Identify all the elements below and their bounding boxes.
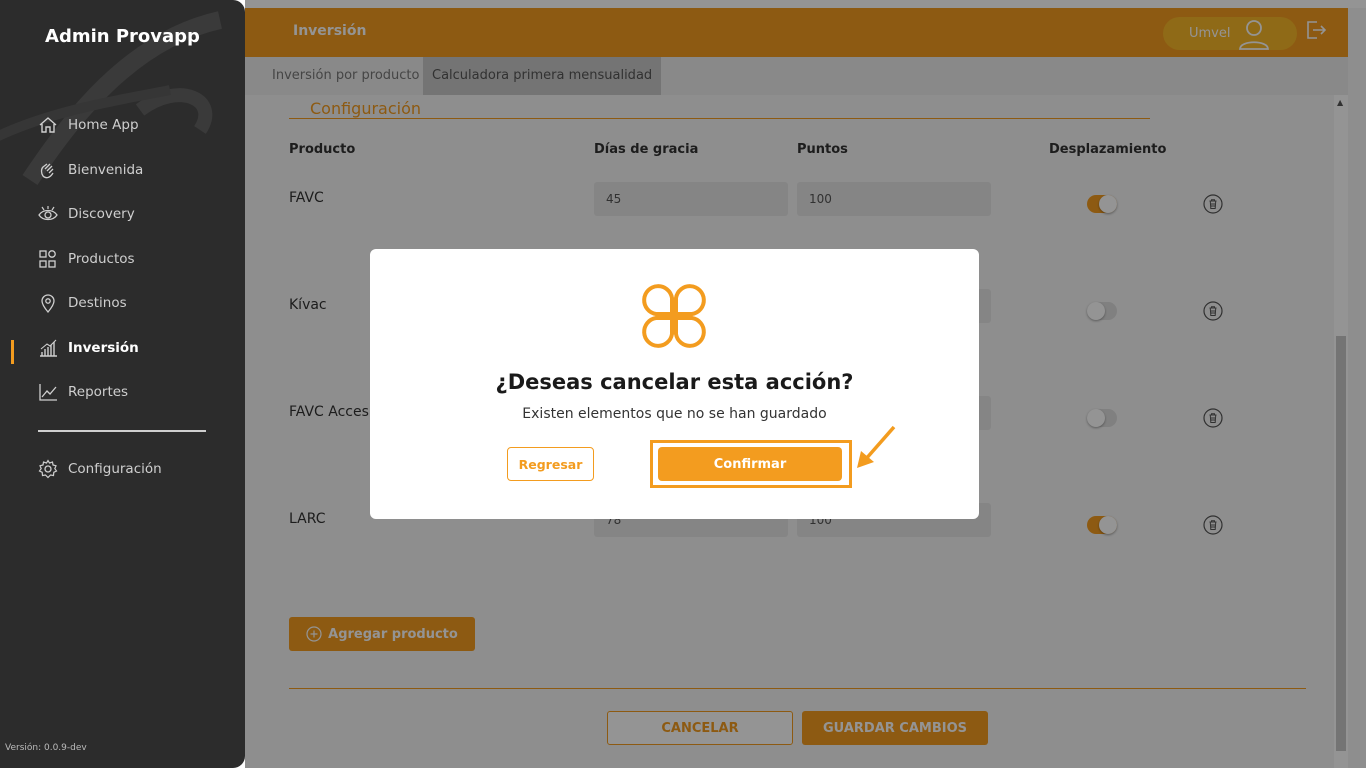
sidebar-item-discovery[interactable]: Discovery xyxy=(38,200,135,228)
clover-logo-icon xyxy=(642,284,706,348)
sidebar-item-label: Configuración xyxy=(68,461,162,477)
sidebar-item-destinos[interactable]: Destinos xyxy=(38,289,127,317)
sidebar-divider xyxy=(38,430,206,432)
sidebar-item-label: Home App xyxy=(68,117,139,133)
sidebar-item-productos[interactable]: Productos xyxy=(38,245,135,273)
dialog-subtitle: Existen elementos que no se han guardado xyxy=(522,406,827,422)
sidebar-item-bienvenida[interactable]: Bienvenida xyxy=(38,156,143,184)
home-icon xyxy=(39,117,57,133)
wave-hand-icon xyxy=(40,163,54,179)
sidebar-item-home-app[interactable]: Home App xyxy=(38,111,139,139)
sidebar: Admin Provapp Home App Bienvenida Discov… xyxy=(0,0,245,768)
sidebar-item-label: Inversión xyxy=(68,340,139,356)
line-chart-icon xyxy=(39,384,57,401)
dialog-title: ¿Deseas cancelar esta acción? xyxy=(495,370,854,394)
location-pin-icon xyxy=(41,294,55,313)
active-indicator xyxy=(11,340,14,364)
sidebar-item-configuracion[interactable]: Configuración xyxy=(38,455,162,483)
sidebar-item-label: Discovery xyxy=(68,206,135,222)
eye-icon xyxy=(38,206,58,221)
sidebar-item-label: Reportes xyxy=(68,384,129,400)
sidebar-item-label: Bienvenida xyxy=(68,162,144,178)
version-text: Versión: 0.0.9-dev xyxy=(5,743,87,753)
confirm-dialog: ¿Deseas cancelar esta acción? Existen el… xyxy=(370,249,979,519)
back-button[interactable]: Regresar xyxy=(507,447,594,481)
app-title: Admin Provapp xyxy=(45,26,200,47)
confirm-button[interactable]: Confirmar xyxy=(658,447,842,481)
grid-icon xyxy=(39,250,56,268)
sidebar-item-reportes[interactable]: Reportes xyxy=(38,378,128,406)
sidebar-item-label: Productos xyxy=(68,251,135,267)
sidebar-item-label: Destinos xyxy=(68,295,127,311)
bar-chart-icon xyxy=(40,339,57,357)
gear-icon xyxy=(38,459,58,479)
sidebar-item-inversion[interactable]: Inversión xyxy=(38,334,139,362)
pointer-arrow-icon xyxy=(857,425,896,468)
